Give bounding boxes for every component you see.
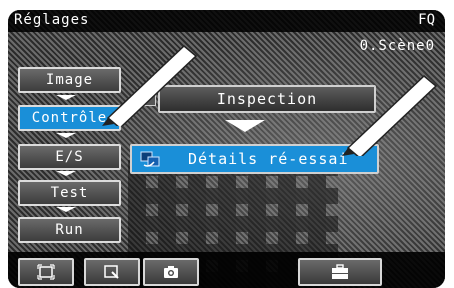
retry-details-button[interactable]: Détails ré-essai: [130, 144, 379, 174]
document-icon: [142, 88, 156, 106]
down-arrow-icon: [56, 95, 76, 100]
toolbox-icon: [332, 264, 348, 279]
scene-label: 0.Scène0: [359, 38, 435, 54]
sidebar-item-run[interactable]: Run: [18, 217, 121, 243]
sidebar-item-es[interactable]: E/S: [18, 144, 121, 170]
fit-frame-button[interactable]: [18, 258, 74, 286]
retry-details-label: Détails ré-essai: [188, 150, 349, 168]
fit-frame-icon: [37, 264, 55, 280]
camera-icon: [164, 266, 178, 278]
zoom-region-icon: [104, 265, 119, 279]
zoom-region-button[interactable]: [84, 258, 140, 286]
down-arrow-icon: [56, 133, 76, 138]
title-bar: Réglages FQ: [8, 10, 445, 32]
camera-button[interactable]: [143, 258, 199, 286]
down-arrow-icon: [56, 207, 76, 212]
bottom-toolbar: [8, 252, 445, 288]
inspection-button[interactable]: Inspection: [158, 85, 376, 113]
sidebar-item-test[interactable]: Test: [18, 180, 121, 206]
brand-label: FQ: [418, 12, 435, 28]
sidebar-item-image[interactable]: Image: [18, 67, 121, 93]
device-screen: Réglages FQ 0.Scène0 Image Contrôle E/S …: [8, 10, 445, 288]
down-arrow-icon: [56, 171, 76, 176]
page-title: Réglages: [14, 12, 90, 28]
retry-details-icon: [140, 151, 160, 167]
sidebar-item-controle[interactable]: Contrôle: [18, 105, 121, 131]
toolbox-button[interactable]: [298, 258, 382, 286]
down-arrow-icon: [225, 120, 265, 132]
